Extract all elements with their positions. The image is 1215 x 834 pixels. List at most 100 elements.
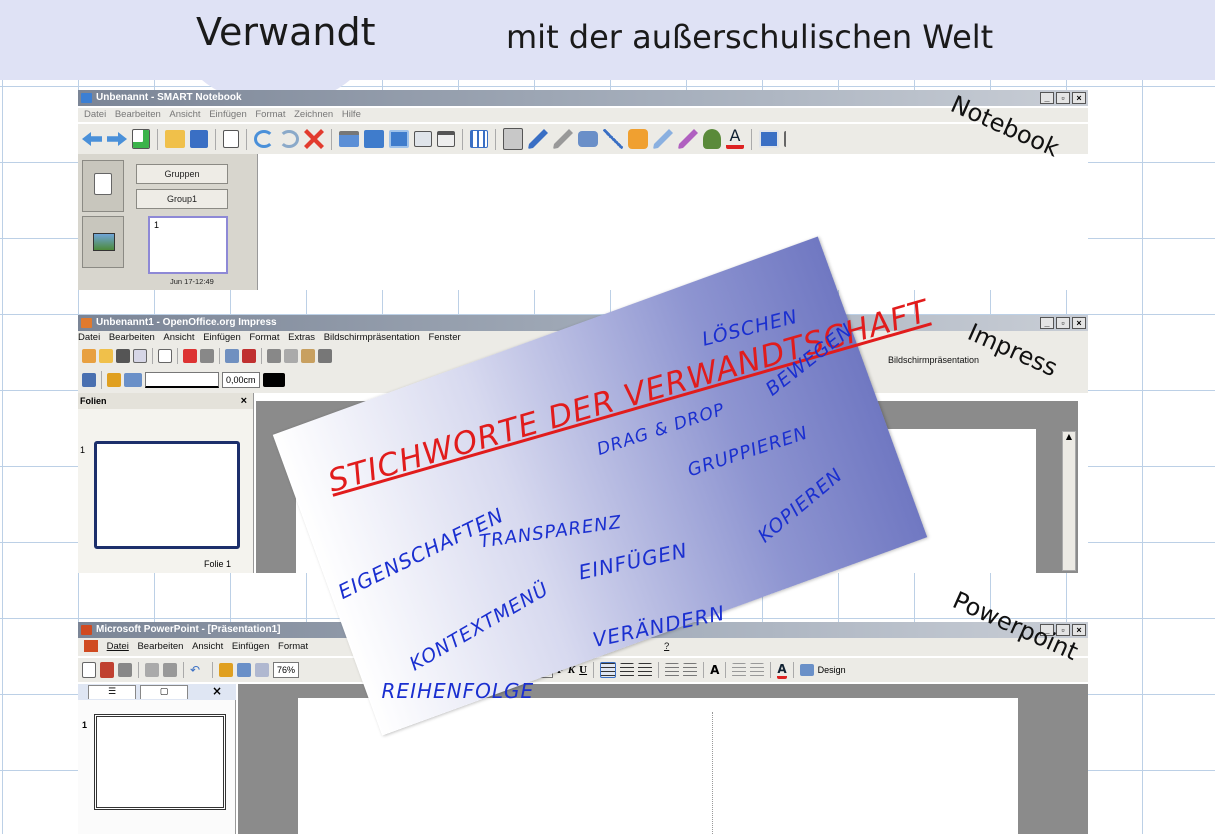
line-style-select[interactable] <box>145 372 219 388</box>
menu-bildschirmpraesentation[interactable]: Bildschirmpräsentation <box>324 332 420 343</box>
increase-font-icon[interactable]: A <box>710 663 719 677</box>
table-icon[interactable] <box>470 130 488 148</box>
display-icon[interactable] <box>364 130 384 148</box>
design-icon[interactable] <box>799 664 814 676</box>
menu-fenster[interactable]: Fenster <box>428 332 460 343</box>
group-name-field[interactable]: Group1 <box>136 189 228 209</box>
slide-thumbnail[interactable] <box>94 441 240 549</box>
forward-icon[interactable] <box>107 132 127 146</box>
eraser-icon[interactable] <box>578 131 598 147</box>
new-icon[interactable] <box>82 662 96 678</box>
menu-zeichnen[interactable]: Zeichnen <box>294 109 333 120</box>
align-left-icon[interactable] <box>600 662 617 678</box>
autospellcheck-icon[interactable] <box>242 349 256 363</box>
text-tool-icon[interactable] <box>437 131 455 147</box>
cut-icon[interactable] <box>267 349 281 363</box>
maximize-button[interactable]: ▫ <box>1056 317 1070 329</box>
line-width-field[interactable]: 0,00cm <box>222 372 260 388</box>
underline-button[interactable]: U <box>579 664 587 676</box>
vertical-scrollbar[interactable]: ▲ <box>1062 431 1076 571</box>
menu-bearbeiten[interactable]: Bearbeiten <box>137 641 183 652</box>
undo-icon[interactable]: ↶ <box>190 663 206 677</box>
table-icon[interactable] <box>237 663 251 677</box>
print-icon[interactable] <box>118 663 132 677</box>
line-icon[interactable] <box>603 129 623 149</box>
menu-format[interactable]: Format <box>278 641 308 652</box>
close-button[interactable]: × <box>1072 92 1086 104</box>
copy-icon[interactable] <box>145 663 159 677</box>
page-sorter-tab[interactable] <box>82 160 124 212</box>
close-icon[interactable]: × <box>241 393 247 409</box>
menu-einfuegen[interactable]: Einfügen <box>232 641 270 652</box>
menu-ansicht[interactable]: Ansicht <box>163 332 194 343</box>
align-right-icon[interactable] <box>638 663 653 677</box>
menu-ansicht[interactable]: Ansicht <box>169 109 200 120</box>
fill-icon[interactable] <box>703 129 721 149</box>
back-icon[interactable] <box>82 132 102 146</box>
shapes-icon[interactable] <box>628 129 648 149</box>
arrowheads-icon[interactable] <box>124 373 142 387</box>
menu-einfuegen[interactable]: Einfügen <box>209 109 247 120</box>
bullets-icon[interactable] <box>683 663 698 677</box>
chart-icon[interactable] <box>219 663 233 677</box>
groups-button[interactable]: Gruppen <box>136 164 228 184</box>
spellcheck-icon[interactable] <box>225 349 239 363</box>
menu-bearbeiten[interactable]: Bearbeiten <box>115 109 161 120</box>
close-button[interactable]: × <box>1072 624 1086 636</box>
slide-thumbnail[interactable] <box>94 714 226 810</box>
grid-icon[interactable] <box>255 663 269 677</box>
menu-format[interactable]: Format <box>249 332 279 343</box>
save-icon[interactable] <box>116 349 130 363</box>
magic-pen-icon[interactable] <box>678 129 698 149</box>
screen-shade-icon[interactable] <box>339 131 359 147</box>
export-pdf-icon[interactable] <box>183 349 197 363</box>
new-page-icon[interactable] <box>132 129 150 149</box>
menu-einfuegen[interactable]: Einfügen <box>203 332 241 343</box>
font-color-icon[interactable]: A <box>777 662 787 679</box>
copy-icon[interactable] <box>284 349 298 363</box>
decrease-indent-icon[interactable] <box>732 663 747 677</box>
menu-datei[interactable]: Datei <box>84 109 106 120</box>
arrow-style-icon[interactable] <box>107 373 121 387</box>
pen-icon[interactable] <box>528 129 548 149</box>
align-center-icon[interactable] <box>620 663 635 677</box>
menu-extras[interactable]: Extras <box>288 332 315 343</box>
menu-help[interactable]: ? <box>664 638 669 656</box>
properties-icon[interactable] <box>759 130 779 148</box>
document-icon[interactable] <box>84 640 98 653</box>
close-icon[interactable]: × <box>212 684 222 698</box>
increase-indent-icon[interactable] <box>750 663 765 677</box>
menu-bearbeiten[interactable]: Bearbeiten <box>109 332 155 343</box>
line-style-icon[interactable] <box>82 373 96 387</box>
clone-format-icon[interactable] <box>318 349 332 363</box>
redo-icon[interactable] <box>279 130 299 148</box>
menu-ansicht[interactable]: Ansicht <box>192 641 223 652</box>
minimize-button[interactable]: _ <box>1040 317 1054 329</box>
open-icon[interactable] <box>100 662 114 678</box>
select-arrow-icon[interactable] <box>503 128 523 150</box>
delete-icon[interactable] <box>304 129 324 149</box>
design-button[interactable]: Design <box>818 665 846 675</box>
open-folder-icon[interactable] <box>99 349 113 363</box>
save-icon[interactable] <box>190 130 208 148</box>
new-document-icon[interactable] <box>82 349 96 363</box>
open-folder-icon[interactable] <box>165 130 185 148</box>
menu-hilfe[interactable]: Hilfe <box>342 109 361 120</box>
zoom-select[interactable]: 76% <box>273 662 300 678</box>
numbering-icon[interactable] <box>665 663 680 677</box>
menu-datei[interactable]: Datei <box>107 641 129 652</box>
creative-pen-icon[interactable] <box>553 129 573 149</box>
email-icon[interactable] <box>133 349 147 363</box>
projector-icon[interactable] <box>389 130 409 148</box>
presentation-button[interactable]: Bildschirmpräsentation <box>888 355 980 365</box>
minimize-button[interactable]: _ <box>1040 92 1054 104</box>
print-icon[interactable] <box>200 349 214 363</box>
text-color-icon[interactable]: A <box>726 128 744 149</box>
paste-icon[interactable] <box>223 130 239 148</box>
menu-datei[interactable]: Datei <box>78 332 100 343</box>
paste-icon[interactable] <box>301 349 315 363</box>
menu-format[interactable]: Format <box>255 109 285 120</box>
paste-icon[interactable] <box>163 663 177 677</box>
slides-tab[interactable]: ▢ <box>140 685 188 699</box>
close-button[interactable]: × <box>1072 317 1086 329</box>
